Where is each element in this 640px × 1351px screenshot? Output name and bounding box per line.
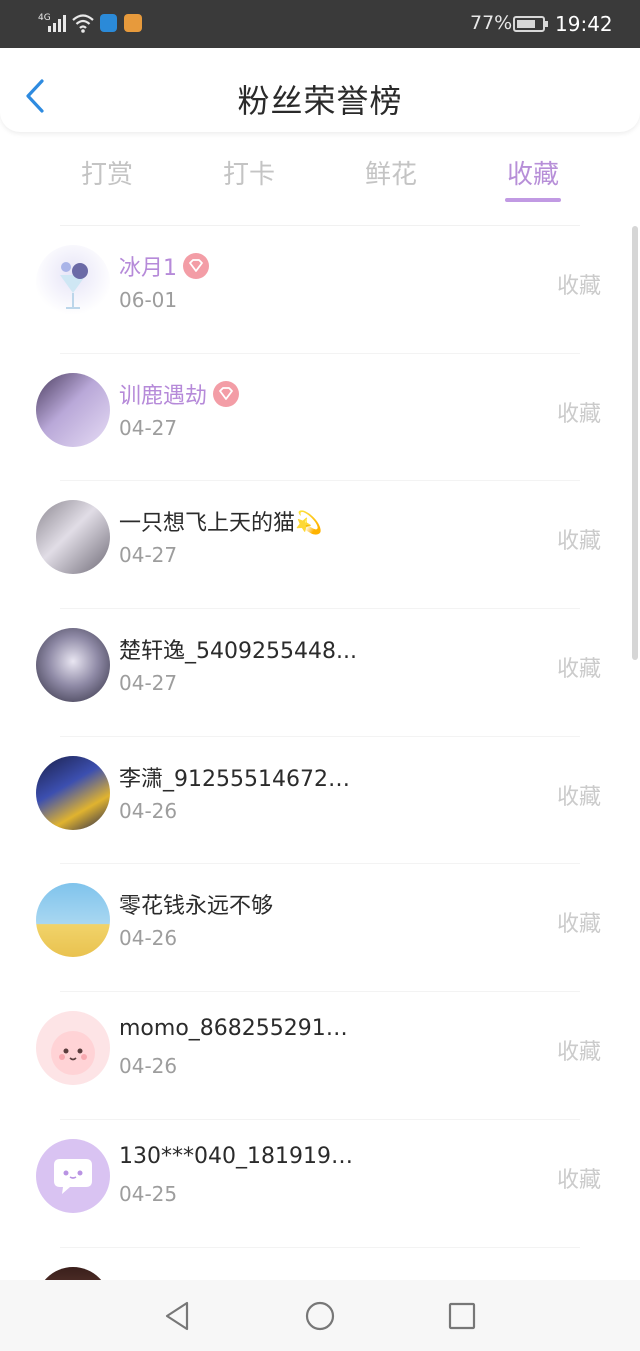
fan-name: 一只想飞上天的猫💫 [119,511,323,537]
app-notification-icon [124,14,142,32]
fan-date: 04-26 [119,1054,178,1079]
avatar [36,245,110,319]
fan-date: 04-25 [119,1181,178,1206]
vip-diamond-icon [183,253,209,279]
signal-icon [48,14,68,32]
circle-home-icon[interactable] [302,1298,338,1334]
system-nav-bar [0,1280,640,1351]
avatar [36,755,110,830]
page-title: 粉丝荣誉榜 [237,82,403,120]
list-item[interactable]: 一只想飞上天的猫💫 04-27 收藏 [0,481,640,610]
wifi-icon [72,14,94,33]
avatar [36,1011,110,1086]
avatar [36,1266,110,1280]
tab-checkin[interactable]: 打卡 [189,154,309,191]
fan-name: 楚轩逸_5409255448... [119,639,357,665]
fan-name: 冰月1 [119,250,209,282]
status-bar: 4G 77% 19:42 [0,0,640,48]
tab-bar: 打赏 打卡 鲜花 收藏 [0,150,640,210]
shield-app-icon [100,14,117,32]
list-item[interactable] [0,1248,640,1280]
fan-list: 冰月1 06-01 收藏 训鹿遇劫 04-27 收藏 一只想飞上天的猫💫 04-… [0,226,640,1280]
favorite-label: 收藏 [557,274,602,299]
tab-tips[interactable]: 打赏 [47,154,167,191]
fan-name: 130***040_1819196... [119,1143,359,1169]
tab-favorites[interactable]: 收藏 [473,154,593,191]
square-recents-icon[interactable] [444,1298,480,1334]
favorite-label: 收藏 [557,657,602,683]
list-item[interactable]: 冰月1 06-01 收藏 [0,226,640,354]
avatar [36,883,110,958]
list-item[interactable]: 楚轩逸_5409255448... 04-27 收藏 [0,609,640,737]
fan-date: 04-26 [119,798,178,823]
fan-date: 04-27 [119,415,178,440]
fan-name: 零花钱永远不够 [119,894,274,920]
favorite-label: 收藏 [557,1167,602,1193]
battery-percent: 77% [470,12,513,34]
battery-icon [513,16,548,32]
fan-name: 李潇_912555146727... [119,766,359,792]
list-item[interactable]: 130***040_1819196... 04-25 收藏 [0,1120,640,1248]
clock: 19:42 [555,12,613,36]
avatar [36,372,110,447]
favorite-label: 收藏 [557,784,602,810]
header: 粉丝荣誉榜 [0,48,640,132]
favorite-label: 收藏 [557,401,602,427]
list-item[interactable]: 零花钱永远不够 04-26 收藏 [0,864,640,993]
fan-name: 训鹿遇劫 [119,378,240,410]
fan-date: 04-27 [119,671,178,696]
active-tab-indicator [505,198,561,202]
scrollbar[interactable] [632,226,638,660]
avatar [36,500,110,575]
avatar [36,628,110,703]
fan-date: 04-27 [119,543,178,568]
tab-flowers[interactable]: 鲜花 [331,154,451,191]
list-item[interactable]: 李潇_912555146727... 04-26 收藏 [0,737,640,865]
fan-date: 04-26 [119,926,178,951]
favorite-label: 收藏 [557,529,602,555]
triangle-back-icon[interactable] [160,1298,196,1334]
avatar [36,1138,110,1213]
fan-name: momo_8682552918... [119,1016,359,1042]
favorite-label: 收藏 [557,1040,602,1066]
list-item[interactable]: 训鹿遇劫 04-27 收藏 [0,354,640,482]
fan-date: 06-01 [119,288,178,312]
favorite-label: 收藏 [557,912,602,938]
list-item[interactable]: momo_8682552918... 04-26 收藏 [0,992,640,1120]
vip-diamond-icon [213,380,240,407]
